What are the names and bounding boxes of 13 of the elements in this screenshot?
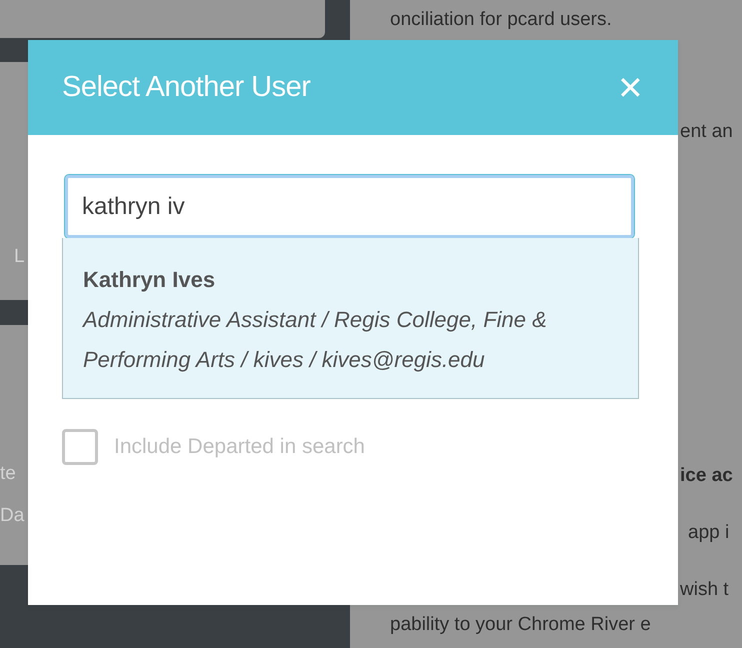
- text-fragment: app i: [687, 521, 730, 545]
- text-fragment: onciliation for pcard users.: [389, 8, 613, 32]
- text-fragment: pability to your Chrome River e: [389, 613, 652, 637]
- result-item[interactable]: Kathryn Ives Administrative Assistant / Regis College, Fine & Performing Arts / kives / kives@regis.edu: [62, 238, 639, 399]
- text-fragment: ent an: [679, 120, 734, 144]
- text-fragment: L: [14, 245, 26, 269]
- dialog-title: Select Another User: [62, 70, 310, 105]
- text-fragment: wish t: [679, 578, 730, 602]
- search-field[interactable]: kathryn iv: [65, 175, 634, 238]
- text-fragment: ice ac: [679, 464, 734, 488]
- text-fragment: Da: [0, 504, 26, 528]
- checkbox-label: Include Departed in search: [114, 434, 365, 460]
- text-fragment: te: [0, 462, 17, 486]
